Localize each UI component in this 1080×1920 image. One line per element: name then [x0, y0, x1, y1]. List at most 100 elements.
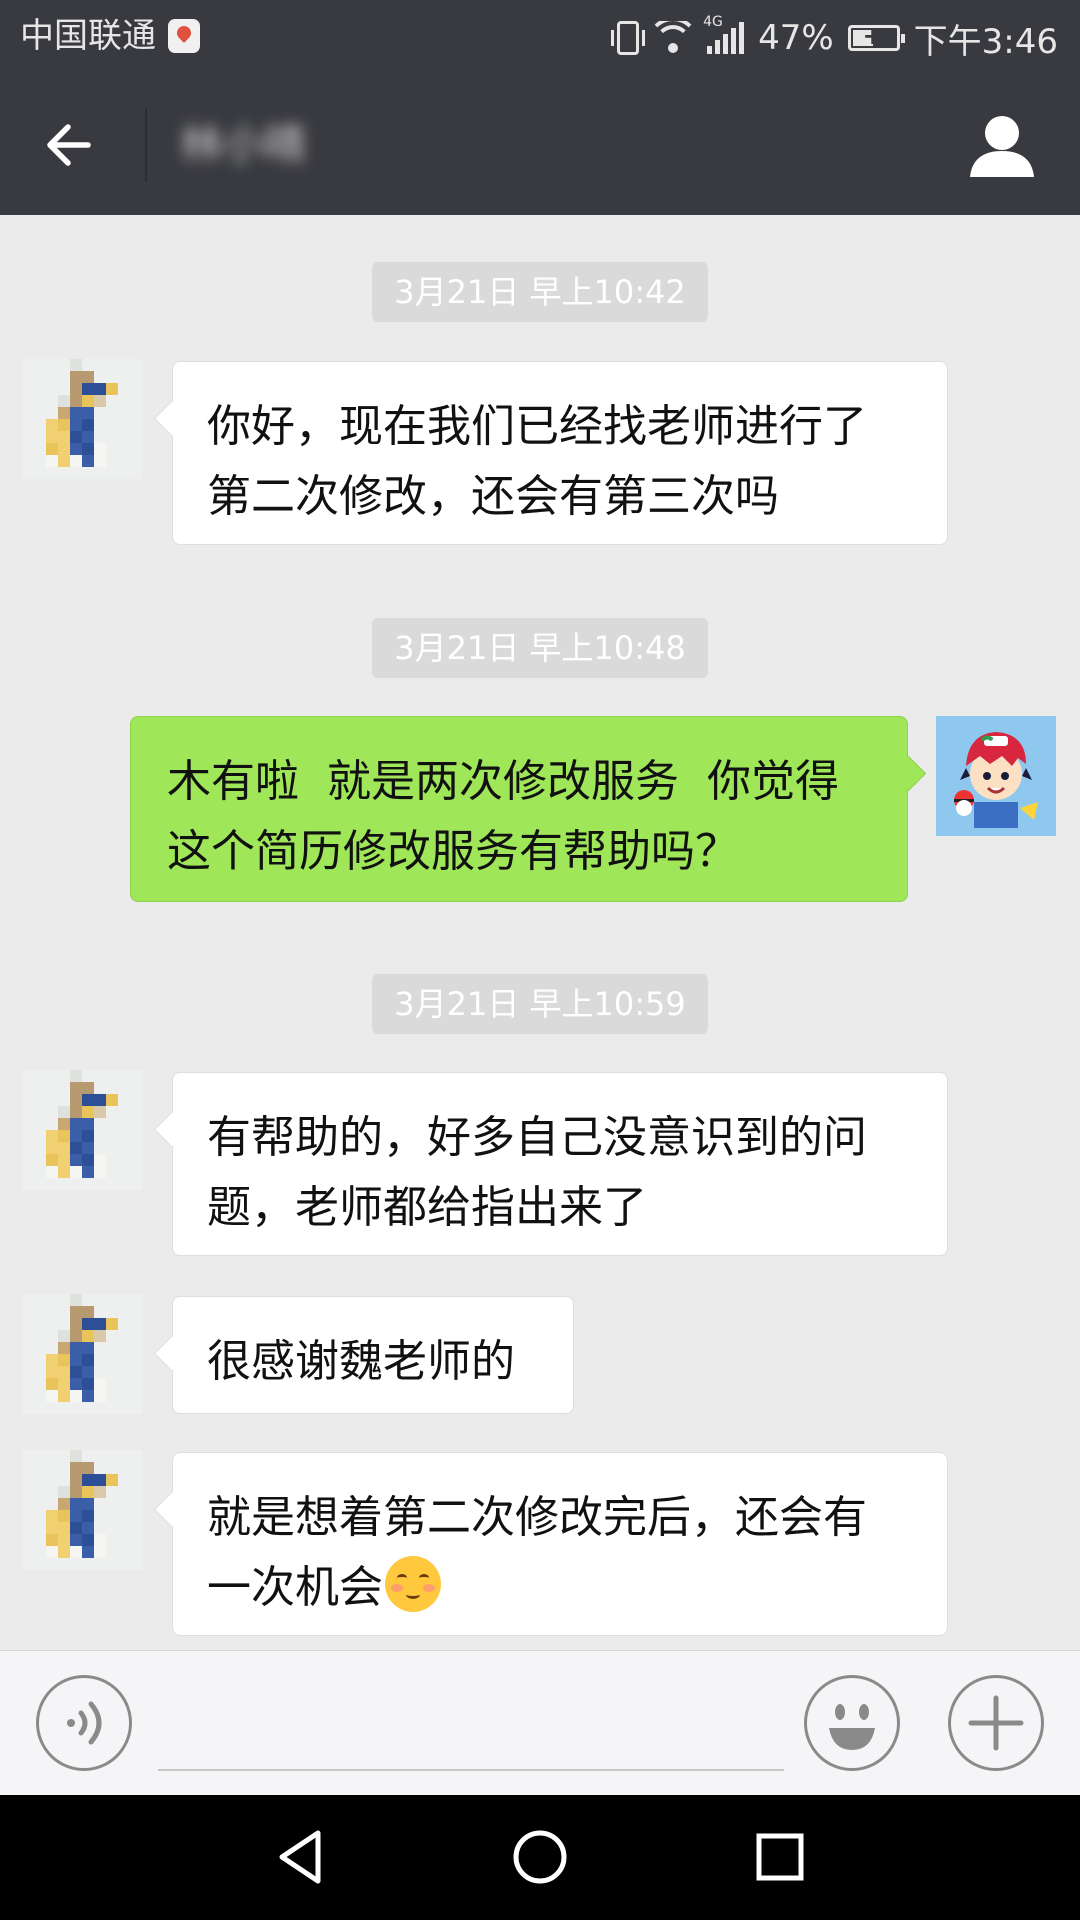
avatar-mosaic-cell	[70, 1450, 82, 1462]
avatar-mosaic-cell	[46, 1330, 58, 1342]
avatar-mosaic-cell	[58, 443, 70, 455]
avatar-mosaic-cell	[118, 1294, 130, 1306]
avatar-mosaic-cell	[22, 1130, 34, 1142]
avatar-mosaic-cell	[70, 1166, 82, 1178]
avatar-mosaic-cell	[46, 1354, 58, 1366]
avatar-mosaic-cell	[70, 1474, 82, 1486]
avatar-mosaic-cell	[82, 1070, 94, 1082]
avatar-mosaic-cell	[118, 431, 130, 443]
avatar-mosaic-cell	[94, 443, 106, 455]
avatar-mosaic-cell	[82, 1330, 94, 1342]
contact-avatar[interactable]	[22, 359, 142, 479]
avatar-mosaic-cell	[106, 1450, 118, 1462]
avatar-mosaic-cell	[130, 1462, 142, 1474]
avatar-mosaic-cell	[130, 407, 142, 419]
network-type: 4G	[703, 14, 723, 30]
message-text-input[interactable]	[158, 1681, 784, 1771]
avatar-mosaic-cell	[70, 1142, 82, 1154]
avatar-mosaic-cell	[130, 1522, 142, 1534]
avatar-mosaic-cell	[34, 395, 46, 407]
avatar-mosaic-cell	[94, 1558, 106, 1570]
avatar-mosaic-cell	[22, 1118, 34, 1130]
avatar-mosaic-cell	[70, 1366, 82, 1378]
avatar-mosaic-cell	[22, 1094, 34, 1106]
emoji-button[interactable]	[804, 1675, 900, 1771]
avatar-mosaic-cell	[118, 1486, 130, 1498]
avatar-mosaic-cell	[34, 431, 46, 443]
avatar-mosaic-cell	[106, 1094, 118, 1106]
avatar-mosaic-cell	[94, 1166, 106, 1178]
avatar-mosaic-cell	[106, 443, 118, 455]
avatar-mosaic-cell	[58, 395, 70, 407]
voice-button[interactable]	[36, 1675, 132, 1771]
contact-avatar[interactable]	[22, 1070, 142, 1190]
arrow-left-icon[interactable]	[40, 115, 100, 175]
avatar-mosaic-cell	[82, 1130, 94, 1142]
avatar-mosaic-cell	[94, 1330, 106, 1342]
person-icon[interactable]	[968, 111, 1036, 179]
circle-home-icon[interactable]	[508, 1825, 572, 1889]
avatar-mosaic-cell	[22, 1558, 34, 1570]
avatar-mosaic-cell	[58, 1294, 70, 1306]
avatar-mosaic-cell	[34, 1130, 46, 1142]
avatar-mosaic-cell	[130, 1534, 142, 1546]
avatar-mosaic-cell	[94, 1402, 106, 1414]
avatar-mosaic-cell	[106, 431, 118, 443]
avatar-mosaic-cell	[82, 467, 94, 479]
incoming-message-bubble[interactable]: 有帮助的，好多自己没意识到的问 题，老师都给指出来了	[172, 1072, 948, 1256]
avatar-mosaic-cell	[34, 467, 46, 479]
avatar-mosaic-cell	[46, 1510, 58, 1522]
avatar-mosaic-cell	[94, 1498, 106, 1510]
avatar-mosaic-cell	[82, 443, 94, 455]
avatar-mosaic-cell	[22, 359, 34, 371]
message-list[interactable]: 3月21日 早上10:42 你好，现在我们已经找老师进行了 第二次修改，还会有第…	[0, 215, 1080, 1650]
avatar-mosaic-cell	[94, 1366, 106, 1378]
avatar-mosaic-cell	[130, 1118, 142, 1130]
avatar-mosaic-cell	[70, 1178, 82, 1190]
avatar-mosaic-cell	[70, 1154, 82, 1166]
incoming-message-bubble[interactable]: 你好，现在我们已经找老师进行了 第二次修改，还会有第三次吗	[172, 361, 948, 545]
contact-avatar[interactable]	[22, 1294, 142, 1414]
avatar-mosaic-cell	[70, 1546, 82, 1558]
outgoing-message-bubble[interactable]: 木有啦 就是两次修改服务 你觉得 这个简历修改服务有帮助吗？	[130, 716, 908, 902]
avatar-mosaic-cell	[82, 1522, 94, 1534]
message-line: 你好，现在我们已经找老师进行了	[207, 401, 867, 452]
my-avatar[interactable]	[936, 716, 1056, 836]
avatar-mosaic-cell	[106, 407, 118, 419]
avatar-mosaic-cell	[130, 1366, 142, 1378]
avatar-mosaic-cell	[106, 455, 118, 467]
incoming-message-bubble[interactable]: 就是想着第二次修改完后，还会有 一次机会	[172, 1452, 948, 1636]
avatar-mosaic-cell	[82, 1510, 94, 1522]
avatar-mosaic-cell	[70, 467, 82, 479]
avatar-mosaic-cell	[94, 455, 106, 467]
avatar-mosaic-cell	[22, 419, 34, 431]
avatar-mosaic-cell	[82, 1166, 94, 1178]
avatar-mosaic-cell	[46, 1294, 58, 1306]
triangle-back-icon[interactable]	[270, 1825, 334, 1889]
avatar-mosaic-cell	[94, 1094, 106, 1106]
square-recents-icon[interactable]	[748, 1825, 812, 1889]
avatar-mosaic-cell	[34, 1294, 46, 1306]
avatar-mosaic-cell	[82, 1474, 94, 1486]
avatar-mosaic-cell	[34, 1474, 46, 1486]
avatar-mosaic-cell	[82, 371, 94, 383]
avatar-mosaic-cell	[118, 371, 130, 383]
avatar-mosaic-cell	[130, 1558, 142, 1570]
avatar-mosaic-cell	[58, 1450, 70, 1462]
avatar-mosaic-cell	[22, 1366, 34, 1378]
avatar-mosaic-cell	[46, 395, 58, 407]
incoming-message-bubble[interactable]: 很感谢魏老师的	[172, 1296, 574, 1414]
avatar-mosaic-cell	[118, 1070, 130, 1082]
avatar-mosaic-cell	[94, 1486, 106, 1498]
avatar-mosaic-cell	[82, 1094, 94, 1106]
avatar-mosaic-cell	[58, 467, 70, 479]
avatar-mosaic-cell	[70, 1106, 82, 1118]
avatar-mosaic-cell	[46, 431, 58, 443]
contact-avatar[interactable]	[22, 1450, 142, 1570]
avatar-mosaic-cell	[34, 1106, 46, 1118]
avatar-mosaic-cell	[58, 1118, 70, 1130]
avatar-mosaic-cell	[58, 1342, 70, 1354]
avatar-mosaic-cell	[106, 371, 118, 383]
more-button[interactable]	[948, 1675, 1044, 1771]
message-timestamp: 3月21日 早上10:59	[372, 974, 708, 1034]
